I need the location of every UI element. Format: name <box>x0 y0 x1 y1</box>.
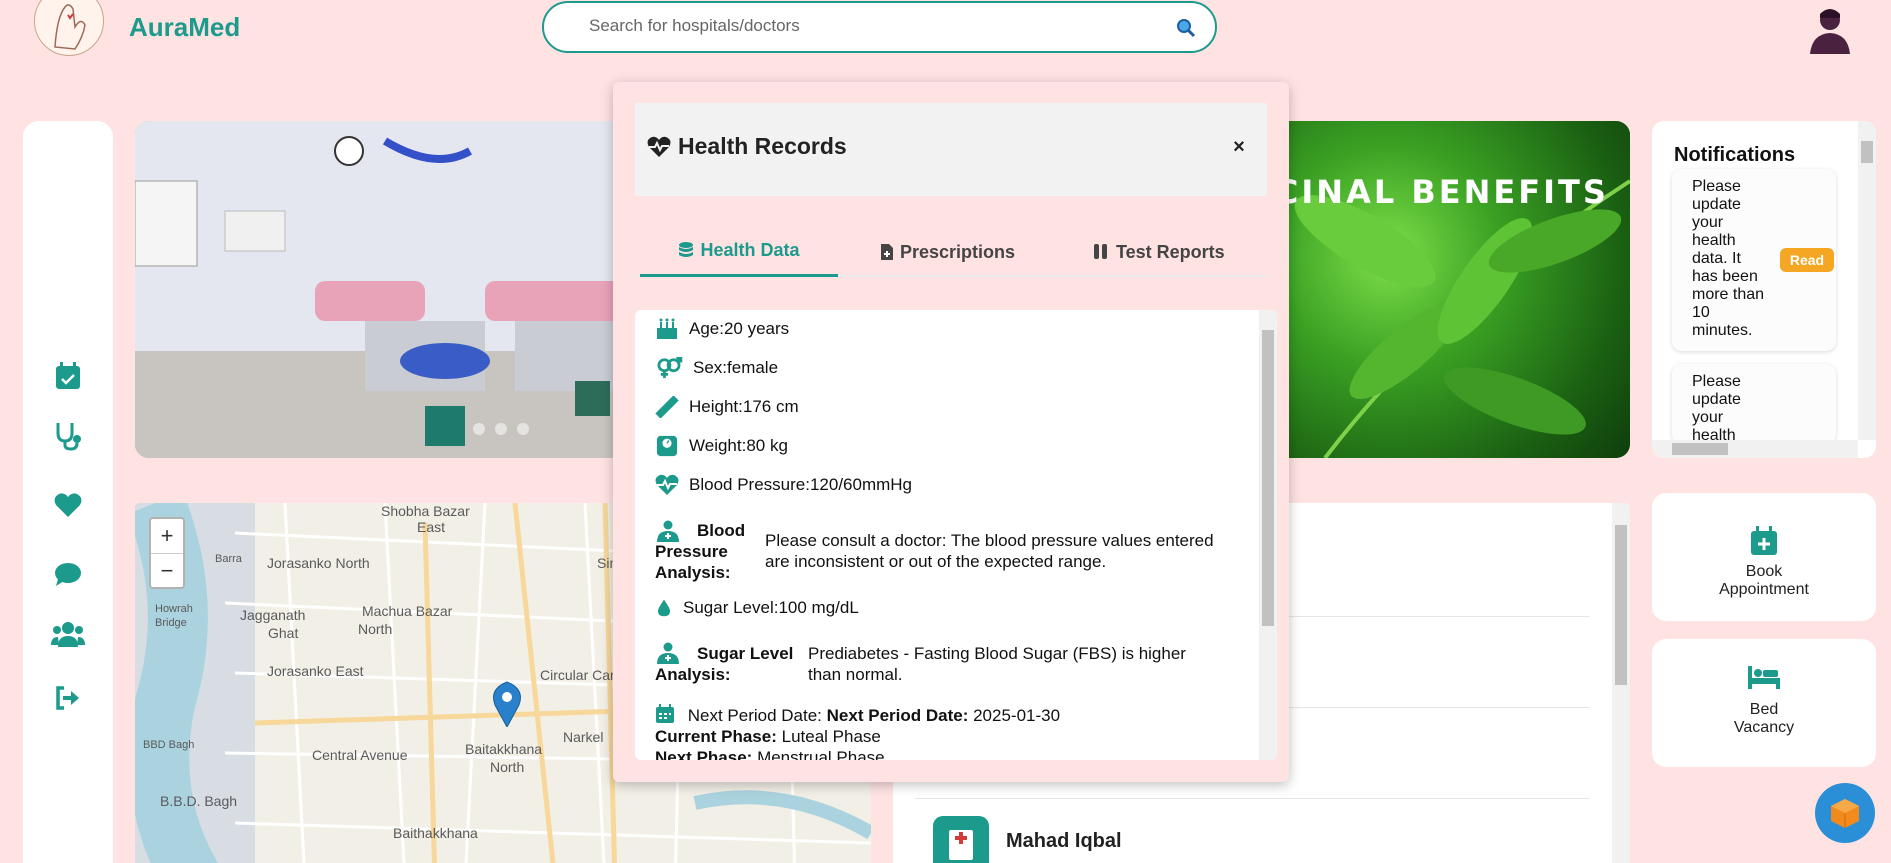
next-phase-label: Next Phase: <box>655 748 753 760</box>
users-icon[interactable] <box>51 617 85 651</box>
notification-card: Please update your health data. It has b… <box>1672 169 1836 351</box>
record-height-text: Height:176 cm <box>689 397 799 416</box>
record-sex-text: Sex:female <box>693 358 779 377</box>
notifications-vertical-scrollbar[interactable] <box>1858 121 1876 440</box>
app-title[interactable]: AuraMed <box>129 12 240 43</box>
notifications-title: Notifications <box>1674 144 1796 166</box>
heart-pulse-icon <box>655 474 679 495</box>
neem-leaves-image <box>1285 121 1630 458</box>
droplet-icon <box>658 599 670 617</box>
weight-scale-icon <box>656 435 678 457</box>
tab-prescriptions[interactable]: Prescriptions <box>880 227 1015 277</box>
carousel-dot[interactable] <box>473 423 485 435</box>
search-icon[interactable] <box>1175 17 1197 39</box>
calendar-check-icon[interactable] <box>51 359 85 393</box>
modal-header: Health Records × <box>635 103 1267 196</box>
book-appointment-label: Book Appointment <box>1719 563 1809 598</box>
app-logo[interactable] <box>34 0 104 56</box>
read-button[interactable]: Read <box>1780 248 1834 272</box>
record-sugar: Sugar Level:100 mg/dL <box>655 597 859 619</box>
sugar-analysis-text: Prediabetes - Fasting Blood Sugar (FBS) … <box>808 644 1186 684</box>
map-marker-icon[interactable] <box>492 681 522 727</box>
hospital-name[interactable]: Mahad Iqbal <box>1006 830 1122 853</box>
record-period: Next Period Date: Next Period Date: 2025… <box>655 704 1215 760</box>
heart-icon[interactable] <box>51 488 85 522</box>
record-weight-text: Weight:80 kg <box>689 436 788 455</box>
bed-icon <box>1748 666 1780 689</box>
sugar-analysis-label: Sugar Level Analysis: <box>655 644 794 684</box>
record-sex: Sex:female <box>655 357 778 379</box>
record-weight: Weight:80 kg <box>655 435 788 457</box>
chat-icon[interactable] <box>51 557 85 591</box>
bp-analysis-label: Blood Pressure Analysis: <box>655 521 746 582</box>
map-zoom-controls: + − <box>149 517 185 589</box>
next-phase-value: Menstrual Phase <box>757 748 885 760</box>
carousel-dot[interactable] <box>495 423 507 435</box>
close-button[interactable]: × <box>1225 133 1253 161</box>
period-value: 2025-01-30 <box>973 706 1061 725</box>
health-records-modal: Health Records × Health Data Prescriptio… <box>613 82 1289 782</box>
bp-analysis-text: Please consult a doctor: The blood press… <box>765 531 1214 571</box>
calendar-icon <box>656 704 674 723</box>
notifications-panel: Notifications Please update your health … <box>1652 121 1876 458</box>
calendar-plus-icon <box>1751 526 1777 555</box>
current-phase-value: Luteal Phase <box>781 727 881 746</box>
hospital-icon <box>933 816 989 863</box>
record-tabs: Health Data Prescriptions Test Reports <box>635 227 1267 277</box>
search-input[interactable] <box>589 16 1149 36</box>
birthday-cake-icon <box>657 318 677 339</box>
records-scrollbar[interactable] <box>1259 310 1277 760</box>
notification-text: Please update your health <box>1692 373 1741 444</box>
period-label: Next Period Date: <box>826 706 969 725</box>
logout-icon[interactable] <box>51 681 85 715</box>
zoom-in-button[interactable]: + <box>151 519 183 553</box>
bed-vacancy-button[interactable]: Bed Vacancy <box>1652 639 1876 767</box>
record-bp-text: Blood Pressure:120/60mmHg <box>689 475 913 494</box>
tab-health-data[interactable]: Health Data <box>640 227 838 277</box>
sidebar <box>23 121 113 863</box>
user-avatar-icon[interactable] <box>1808 6 1852 54</box>
zoom-out-button[interactable]: − <box>151 553 183 587</box>
ruler-icon <box>655 396 679 418</box>
carousel-dots <box>473 423 529 435</box>
record-height: Height:176 cm <box>655 396 799 418</box>
hospital-list-scrollbar[interactable] <box>1612 503 1630 863</box>
banner-text: ICINAL BENEFITS <box>1260 173 1609 211</box>
period-prefix: Next Period Date: <box>687 706 822 725</box>
tab-test-reports[interactable]: Test Reports <box>1092 227 1225 277</box>
tab-label: Health Data <box>700 240 800 260</box>
venus-mars-icon <box>657 357 683 379</box>
record-age: Age:20 years <box>655 318 789 340</box>
stethoscope-icon[interactable] <box>51 419 85 453</box>
notification-text: Please update your health data. It has b… <box>1692 178 1765 339</box>
vials-icon <box>1094 244 1107 259</box>
book-appointment-button[interactable]: Book Appointment <box>1652 493 1876 621</box>
carousel-dot[interactable] <box>517 423 529 435</box>
record-age-text: Age:20 years <box>689 319 790 338</box>
current-phase-label: Current Phase: <box>655 727 777 746</box>
search-bar[interactable] <box>542 1 1217 53</box>
logo-hand-icon <box>54 4 86 50</box>
tab-label: Test Reports <box>1116 241 1225 262</box>
database-icon <box>679 241 694 257</box>
notifications-horizontal-scrollbar[interactable] <box>1652 440 1858 458</box>
chatbot-button[interactable] <box>1815 783 1875 843</box>
record-blood-pressure: Blood Pressure:120/60mmHg <box>655 474 912 496</box>
cube-icon <box>1831 799 1859 828</box>
modal-title: Health Records <box>678 133 847 159</box>
tab-label: Prescriptions <box>900 241 1016 262</box>
record-sugar-text: Sugar Level:100 mg/dL <box>683 598 859 617</box>
file-medical-icon <box>881 244 893 260</box>
health-data-panel: Age:20 years Sex:female Height:176 cm We… <box>635 310 1277 760</box>
notification-card: Please update your health <box>1672 364 1836 444</box>
bed-vacancy-label: Bed Vacancy <box>1733 701 1795 736</box>
heart-pulse-icon <box>647 136 671 157</box>
